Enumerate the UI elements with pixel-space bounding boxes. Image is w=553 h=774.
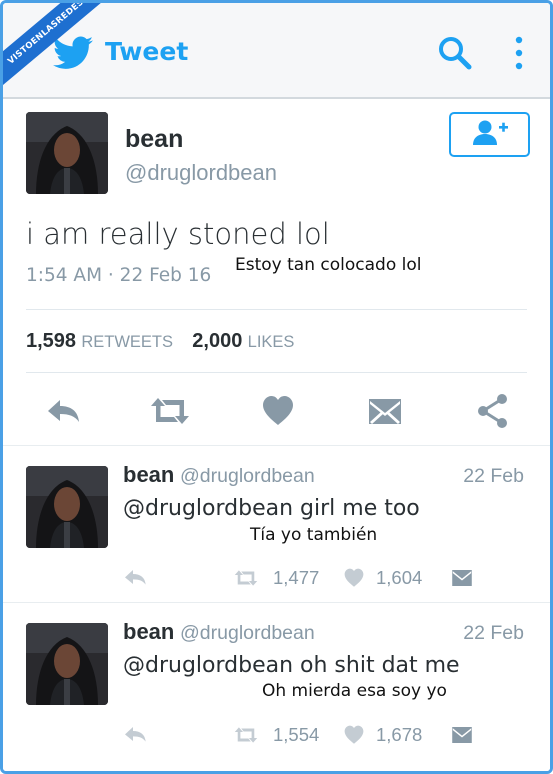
reply-like-count[interactable]: 1,604 <box>376 567 422 589</box>
follow-button[interactable] <box>449 112 530 157</box>
tweet-actions <box>3 391 550 431</box>
message-icon[interactable] <box>451 568 473 588</box>
reply-icon[interactable] <box>45 391 81 431</box>
reply-actions: 1,477 1,604 <box>3 564 550 592</box>
reply-like-count[interactable]: 1,678 <box>376 724 422 746</box>
translation-caption: Tía yo también <box>250 525 378 545</box>
reply-retweet-count[interactable]: 1,477 <box>273 567 319 589</box>
reply-author-handle[interactable]: @druglordbean <box>180 622 315 645</box>
like-icon[interactable] <box>343 725 365 745</box>
divider <box>26 309 527 310</box>
reply-actions: 1,554 1,678 <box>3 721 550 749</box>
add-user-icon <box>473 120 508 145</box>
translation-caption: Estoy tan colocado lol <box>233 247 518 305</box>
like-icon[interactable] <box>261 391 295 431</box>
tweet-screenshot-frame: VISTOENLASREDES Tweet bean @druglordbean… <box>0 0 553 774</box>
share-icon[interactable] <box>476 391 510 431</box>
like-count[interactable]: 2,000 <box>192 330 242 352</box>
reply-author-name[interactable]: bean <box>123 462 174 488</box>
message-icon[interactable] <box>367 391 403 431</box>
like-icon[interactable] <box>343 568 365 588</box>
tweet-text: i am really stoned lol <box>26 217 330 251</box>
retweet-label[interactable]: RETWEETS <box>81 333 173 351</box>
reply-date: 22 Feb <box>463 465 524 487</box>
reply-tweet[interactable]: bean @druglordbean 22 Feb @druglordbean … <box>3 603 550 771</box>
search-icon[interactable] <box>438 36 472 70</box>
top-app-bar: Tweet <box>3 3 550 99</box>
reply-tweet[interactable]: bean @druglordbean 22 Feb @druglordbean … <box>3 446 550 602</box>
reply-text: @druglordbean oh shit dat me <box>123 653 460 678</box>
page-title: Tweet <box>105 37 189 66</box>
reply-retweet-count[interactable]: 1,554 <box>273 724 319 746</box>
retweet-icon[interactable] <box>233 724 259 746</box>
main-tweet: bean @druglordbean i am really stoned lo… <box>3 99 550 444</box>
reply-icon[interactable] <box>123 725 147 745</box>
divider <box>26 372 527 373</box>
author-handle[interactable]: @druglordbean <box>125 160 277 186</box>
like-label[interactable]: LIKES <box>248 333 295 351</box>
tweet-timestamp[interactable]: 1:54 AM · 22 Feb 16 <box>26 265 211 286</box>
reply-author-handle[interactable]: @druglordbean <box>180 465 315 488</box>
reply-author-name[interactable]: bean <box>123 619 174 645</box>
retweet-icon[interactable] <box>233 567 259 589</box>
translation-caption: Oh mierda esa soy yo <box>262 681 447 701</box>
reply-text: @druglordbean girl me too <box>123 496 420 521</box>
reply-icon[interactable] <box>123 568 147 588</box>
more-vert-icon[interactable] <box>513 35 525 71</box>
message-icon[interactable] <box>451 725 473 745</box>
avatar[interactable] <box>26 623 108 705</box>
retweet-count[interactable]: 1,598 <box>26 330 76 352</box>
avatar[interactable] <box>26 466 108 548</box>
twitter-bird-icon[interactable] <box>53 36 93 70</box>
retweet-icon[interactable] <box>148 391 192 431</box>
author-name[interactable]: bean <box>125 125 183 154</box>
engagement-stats: 1,598 RETWEETS 2,000 LIKES <box>26 330 308 353</box>
reply-date: 22 Feb <box>463 622 524 644</box>
avatar[interactable] <box>26 112 108 194</box>
